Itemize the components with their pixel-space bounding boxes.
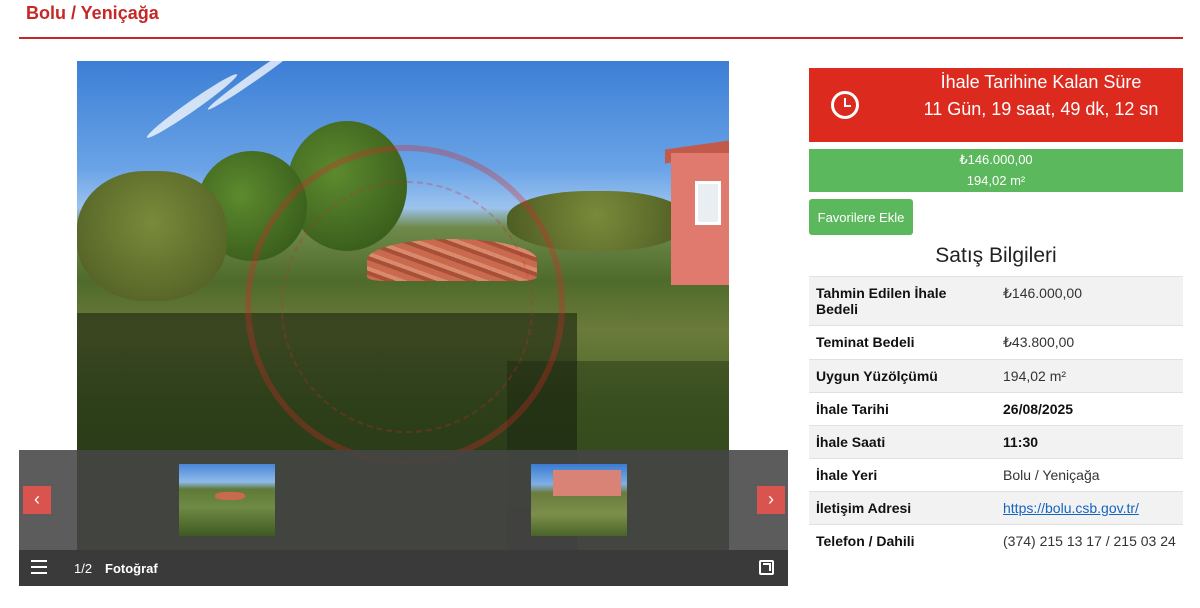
row-value: ₺146.000,00 <box>996 276 1183 326</box>
row-value: Bolu / Yeniçağa <box>996 458 1183 492</box>
thumbnail-detail <box>215 492 245 500</box>
row-label: Telefon / Dahili <box>809 524 996 557</box>
thumbnail-detail <box>553 470 621 496</box>
countdown-box: İhale Tarihine Kalan Süre 11 Gün, 19 saa… <box>809 68 1183 142</box>
photo-label: Fotoğraf <box>105 561 158 576</box>
price-area: 194,02 m² <box>966 173 1026 188</box>
watermark-seal <box>245 145 565 465</box>
thumbnail-photo-2[interactable] <box>531 464 627 536</box>
countdown-title: İhale Tarihine Kalan Süre <box>940 72 1142 92</box>
table-row: Tahmin Edilen İhale Bedeli ₺146.000,00 <box>809 276 1183 326</box>
row-label: İhale Yeri <box>809 458 996 492</box>
chevron-left-icon: ‹ <box>34 489 40 509</box>
house-window <box>695 181 721 225</box>
row-value: 26/08/2025 <box>996 392 1183 426</box>
thumbnail-photo-1[interactable] <box>179 464 275 536</box>
sale-info-table: Tahmin Edilen İhale Bedeli ₺146.000,00 T… <box>809 276 1183 557</box>
chevron-right-icon: › <box>768 489 774 509</box>
table-row: İletişim Adresi https://bolu.csb.gov.tr/ <box>809 491 1183 525</box>
row-value: https://bolu.csb.gov.tr/ <box>996 491 1183 525</box>
row-value: 194,02 m² <box>996 359 1183 393</box>
expand-icon[interactable] <box>759 560 774 575</box>
row-label: İletişim Adresi <box>809 491 996 525</box>
row-label: Teminat Bedeli <box>809 325 996 360</box>
row-label: Tahmin Edilen İhale Bedeli <box>809 276 996 326</box>
photo-counter: 1/2 <box>74 561 93 576</box>
section-title: Satış Bilgileri <box>935 244 1057 267</box>
thumbnail-strip: ‹ › <box>19 450 788 550</box>
next-photo-button[interactable]: › <box>757 486 785 514</box>
row-label: Uygun Yüzölçümü <box>809 359 996 393</box>
bush <box>77 171 227 301</box>
gallery-toolbar: 1/2 Fotoğraf <box>19 550 788 586</box>
table-row: İhale Saati 11:30 <box>809 425 1183 459</box>
add-to-favorites-button[interactable]: Favorilere Ekle <box>809 199 913 235</box>
table-row: İhale Tarihi 26/08/2025 <box>809 392 1183 426</box>
row-value: (374) 215 13 17 / 215 03 24 <box>996 524 1183 557</box>
table-row: Telefon / Dahili (374) 215 13 17 / 215 0… <box>809 524 1183 557</box>
sky-cloud <box>144 70 240 142</box>
row-label: İhale Tarihi <box>809 392 996 426</box>
previous-photo-button[interactable]: ‹ <box>23 486 51 514</box>
countdown-time: 11 Gün, 19 saat, 49 dk, 12 sn <box>923 99 1159 119</box>
row-value: ₺43.800,00 <box>996 325 1183 360</box>
price-amount: ₺146.000,00 <box>959 152 1033 167</box>
table-row: Teminat Bedeli ₺43.800,00 <box>809 325 1183 360</box>
clock-icon <box>831 91 859 119</box>
table-row: Uygun Yüzölçümü 194,02 m² <box>809 359 1183 393</box>
page-title: Bolu / Yeniçağa <box>26 3 159 23</box>
contact-address-link[interactable]: https://bolu.csb.gov.tr/ <box>1003 500 1139 516</box>
title-divider <box>19 37 1183 39</box>
price-summary: ₺146.000,00 194,02 m² <box>809 149 1183 192</box>
row-value: 11:30 <box>996 425 1183 459</box>
photo-gallery: ‹ › 1/2 Fotoğraf <box>19 61 788 586</box>
row-label: İhale Saati <box>809 425 996 459</box>
menu-icon[interactable] <box>31 560 47 574</box>
table-row: İhale Yeri Bolu / Yeniçağa <box>809 458 1183 492</box>
